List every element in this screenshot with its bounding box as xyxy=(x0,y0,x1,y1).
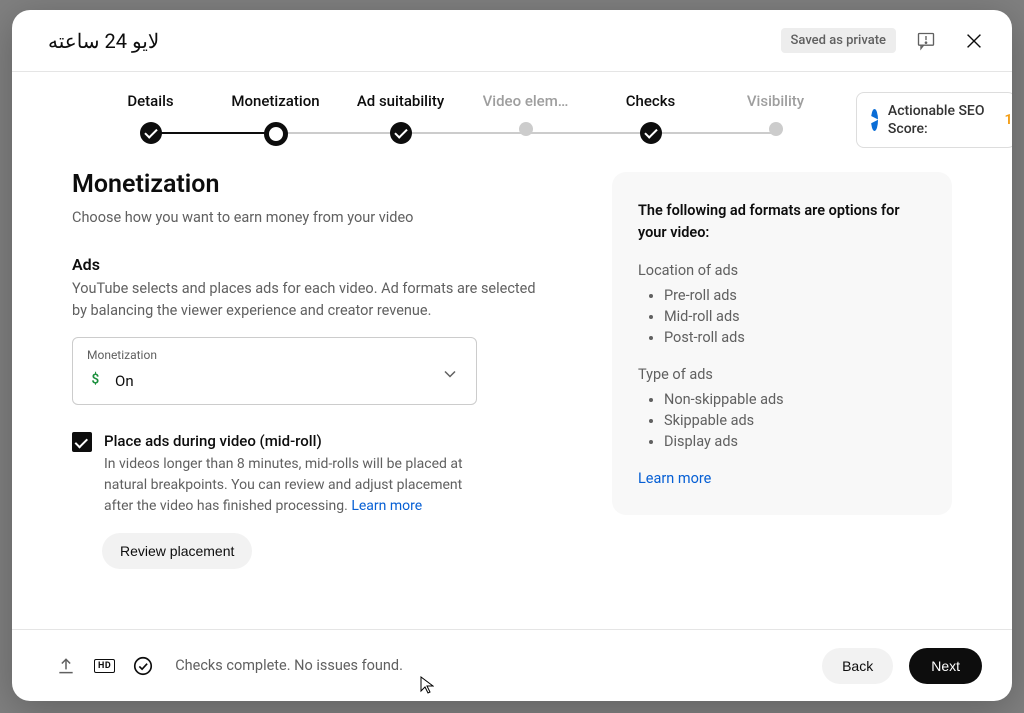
step-monetization[interactable]: Monetization xyxy=(213,92,338,146)
info-group1-title: Location of ads xyxy=(638,262,926,279)
list-item: Non-skippable ads xyxy=(664,389,926,410)
dialog-body: Monetization Choose how you want to earn… xyxy=(12,148,1012,629)
info-column: The following ad formats are options for… xyxy=(612,156,952,609)
close-icon[interactable] xyxy=(956,23,992,59)
ads-description: YouTube selects and places ads for each … xyxy=(72,278,542,322)
chevron-down-icon xyxy=(440,364,460,388)
midroll-checkbox-row: Place ads during video (mid-roll) In vid… xyxy=(72,431,542,517)
checks-status-text: Checks complete. No issues found. xyxy=(175,657,806,674)
check-icon xyxy=(390,122,412,144)
list-item: Pre-roll ads xyxy=(664,285,926,306)
learn-more-link[interactable]: Learn more xyxy=(351,498,422,514)
step-dot-icon xyxy=(769,122,783,136)
checks-complete-icon xyxy=(131,654,155,678)
seo-label: Actionable SEOScore: xyxy=(888,102,985,138)
check-icon xyxy=(140,122,162,144)
info-group2-list: Non-skippable ads Skippable ads Display … xyxy=(638,389,926,452)
step-checks[interactable]: Checks xyxy=(588,92,713,144)
video-title: لايو 24 ساعته xyxy=(48,29,769,53)
info-group1-list: Pre-roll ads Mid-roll ads Post-roll ads xyxy=(638,285,926,348)
upload-icon[interactable] xyxy=(54,654,78,678)
dialog-footer: HD Checks complete. No issues found. Bac… xyxy=(12,629,1012,701)
review-placement-button[interactable]: Review placement xyxy=(102,533,252,569)
list-item: Mid-roll ads xyxy=(664,306,926,327)
hd-badge: HD xyxy=(94,659,115,673)
ad-formats-card: The following ad formats are options for… xyxy=(612,172,952,515)
save-status-badge: Saved as private xyxy=(781,28,896,53)
seo-icon: ▶ xyxy=(871,109,878,131)
info-group2-title: Type of ads xyxy=(638,366,926,383)
step-connector xyxy=(148,132,276,134)
ads-heading: Ads xyxy=(72,255,542,274)
stepper-row: Details Monetization Ad suitability Vide… xyxy=(12,72,1012,148)
midroll-label: Place ads during video (mid-roll) xyxy=(104,432,322,450)
dollar-icon: $ xyxy=(87,370,105,392)
page-subtitle: Choose how you want to earn money from y… xyxy=(72,207,542,229)
next-button[interactable]: Next xyxy=(909,648,982,684)
midroll-text: Place ads during video (mid-roll) In vid… xyxy=(104,431,464,517)
seo-score-value: 16.6 xyxy=(1004,112,1012,128)
check-icon xyxy=(640,122,662,144)
svg-text:$: $ xyxy=(92,372,100,388)
learn-more-link[interactable]: Learn more xyxy=(638,470,711,487)
page-title: Monetization xyxy=(72,170,542,199)
select-value-row: $ On xyxy=(87,370,462,392)
step-visibility[interactable]: Visibility xyxy=(713,92,838,136)
step-dot-icon xyxy=(519,122,533,136)
step-video-elements[interactable]: Video elem… xyxy=(463,92,588,136)
seo-score-card[interactable]: ▶ Actionable SEOScore: 16.6/5 xyxy=(856,92,1012,148)
midroll-checkbox[interactable] xyxy=(72,432,92,452)
current-step-icon xyxy=(264,122,288,146)
stepper: Details Monetization Ad suitability Vide… xyxy=(88,92,838,146)
step-ad-suitability[interactable]: Ad suitability xyxy=(338,92,463,144)
back-button[interactable]: Back xyxy=(822,648,893,684)
list-item: Display ads xyxy=(664,431,926,452)
monetization-select[interactable]: Monetization $ On xyxy=(72,337,477,405)
dialog-header: لايو 24 ساعته Saved as private xyxy=(12,10,1012,72)
list-item: Post-roll ads xyxy=(664,327,926,348)
upload-dialog: لايو 24 ساعته Saved as private Details M… xyxy=(12,10,1012,701)
feedback-icon[interactable] xyxy=(908,23,944,59)
step-details[interactable]: Details xyxy=(88,92,213,144)
list-item: Skippable ads xyxy=(664,410,926,431)
main-column: Monetization Choose how you want to earn… xyxy=(72,156,542,609)
info-lead: The following ad formats are options for… xyxy=(638,200,926,244)
midroll-description: In videos longer than 8 minutes, mid-rol… xyxy=(104,454,464,517)
select-value-text: On xyxy=(115,372,134,390)
select-label: Monetization xyxy=(87,348,462,362)
